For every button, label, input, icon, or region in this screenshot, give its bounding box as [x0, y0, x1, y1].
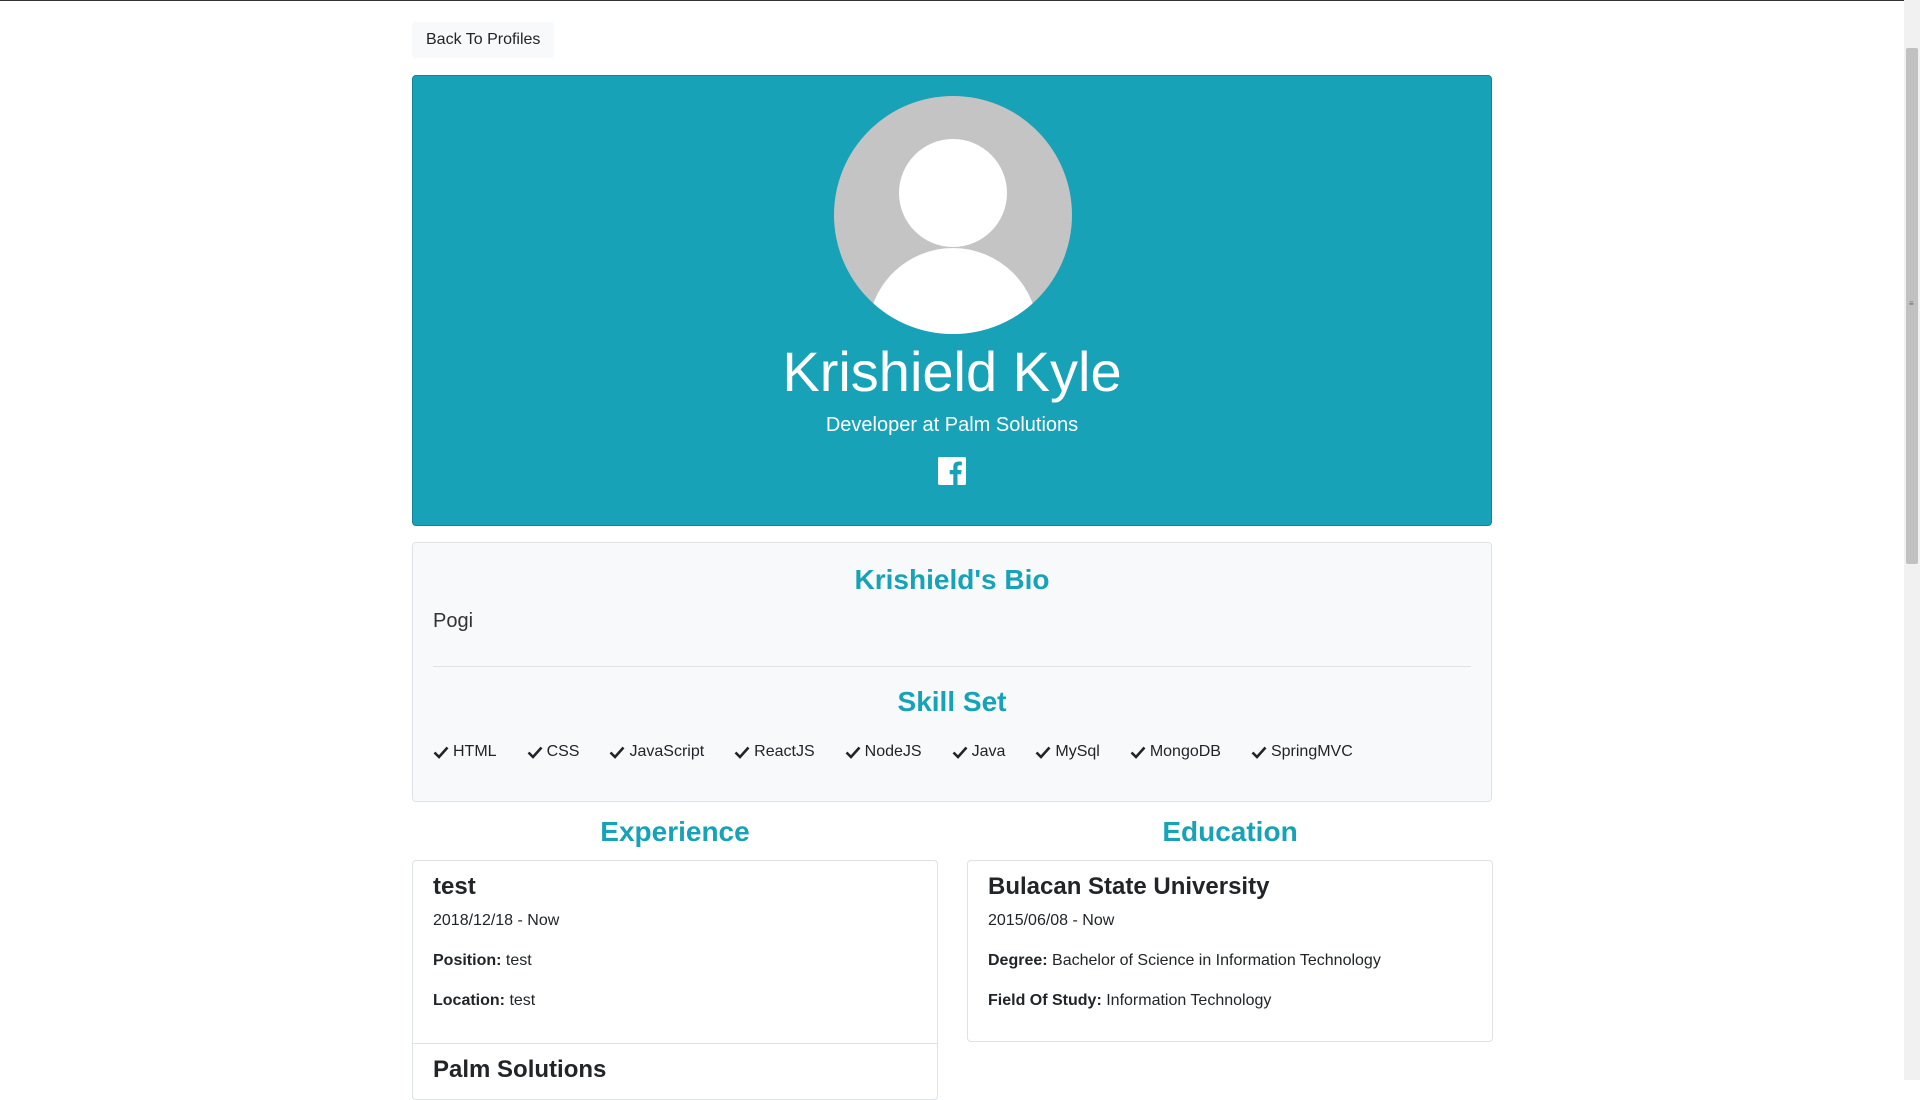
check-icon: [952, 746, 968, 759]
position-label: Position:: [433, 951, 502, 969]
skill-label: MySql: [1055, 743, 1100, 760]
profile-name: Krishield Kyle: [782, 340, 1122, 403]
experience-item: test 2018/12/18 - Now Position: test Loc…: [413, 861, 937, 1043]
avatar-body-shape: [868, 248, 1038, 334]
scrollbar-thumb[interactable]: ≡: [1906, 48, 1918, 564]
check-icon: [1130, 746, 1146, 759]
location-value: test: [509, 991, 536, 1009]
degree-label: Degree:: [988, 951, 1048, 969]
experience-item: Palm Solutions: [413, 1043, 937, 1085]
experience-title: Experience: [600, 816, 750, 847]
skill-label: JavaScript: [629, 743, 705, 760]
divider: [433, 666, 1471, 667]
skill-label: HTML: [453, 743, 497, 760]
profile-header: Krishield Kyle Developer at Palm Solutio…: [412, 75, 1492, 526]
skill-item: NodeJS: [845, 743, 922, 761]
skill-item: Java: [952, 743, 1006, 761]
experience-list: test 2018/12/18 - Now Position: test Loc…: [412, 860, 938, 1100]
degree-value: Bachelor of Science in Information Techn…: [1052, 951, 1381, 969]
skill-item: ReactJS: [734, 743, 815, 761]
check-icon: [527, 746, 543, 759]
skills-title: Skill Set: [897, 686, 1007, 717]
skill-item: HTML: [433, 743, 497, 761]
education-list: Bulacan State University 2015/06/08 - No…: [967, 860, 1493, 1042]
field-value: Information Technology: [1106, 991, 1272, 1009]
bio-title: Krishield's Bio: [854, 564, 1050, 595]
check-icon: [845, 746, 861, 759]
skill-label: SpringMVC: [1270, 743, 1353, 760]
education-school: Bulacan State University: [988, 873, 1270, 900]
profile-subtitle: Developer at Palm Solutions: [825, 414, 1079, 436]
avatar-head-shape: [899, 139, 1007, 247]
experience-company: test: [433, 873, 476, 900]
experience-location: Location: test: [433, 992, 917, 1010]
bio-card: Krishield's Bio Pogi Skill Set HTML CSS …: [412, 542, 1492, 802]
grip-icon: ≡: [1909, 299, 1914, 308]
position-value: test: [505, 951, 532, 969]
education-degree: Degree: Bachelor of Science in Informati…: [988, 952, 1472, 970]
skill-label: Java: [971, 743, 1006, 760]
skills-list: HTML CSS JavaScript ReactJS NodeJS Java: [433, 743, 1383, 761]
profile-page: Back To Profiles Krishield Kyle Develope…: [0, 0, 1904, 1100]
vertical-scrollbar[interactable]: ≡: [1904, 0, 1920, 1080]
check-icon: [610, 746, 625, 759]
experience-dates: 2018/12/18 - Now: [433, 911, 560, 929]
skill-item: JavaScript: [609, 743, 704, 761]
education-title: Education: [1162, 816, 1298, 847]
skill-item: SpringMVC: [1251, 743, 1353, 761]
education-item: Bulacan State University 2015/06/08 - No…: [968, 861, 1492, 1010]
experience-position: Position: test: [433, 952, 917, 970]
education-field: Field Of Study: Information Technology: [988, 992, 1472, 1010]
skill-label: ReactJS: [754, 743, 815, 760]
bio-text: Pogi: [433, 610, 474, 632]
skill-label: MongoDB: [1149, 743, 1221, 760]
check-icon: [1035, 746, 1051, 759]
location-label: Location:: [433, 991, 505, 1009]
check-icon: [1251, 746, 1267, 759]
skill-label: CSS: [546, 743, 580, 760]
skill-item: MongoDB: [1130, 743, 1221, 761]
skill-item: MySql: [1035, 743, 1100, 761]
check-icon: [433, 746, 449, 759]
default-avatar-icon: [834, 96, 1072, 334]
field-label: Field Of Study:: [988, 991, 1102, 1009]
experience-company: Palm Solutions: [433, 1056, 607, 1083]
back-to-profiles-button[interactable]: Back To Profiles: [412, 22, 555, 58]
facebook-icon[interactable]: [938, 457, 966, 485]
check-icon: [734, 746, 750, 759]
education-dates: 2015/06/08 - Now: [988, 911, 1115, 929]
skill-label: NodeJS: [864, 743, 922, 760]
skill-item: CSS: [527, 743, 580, 761]
